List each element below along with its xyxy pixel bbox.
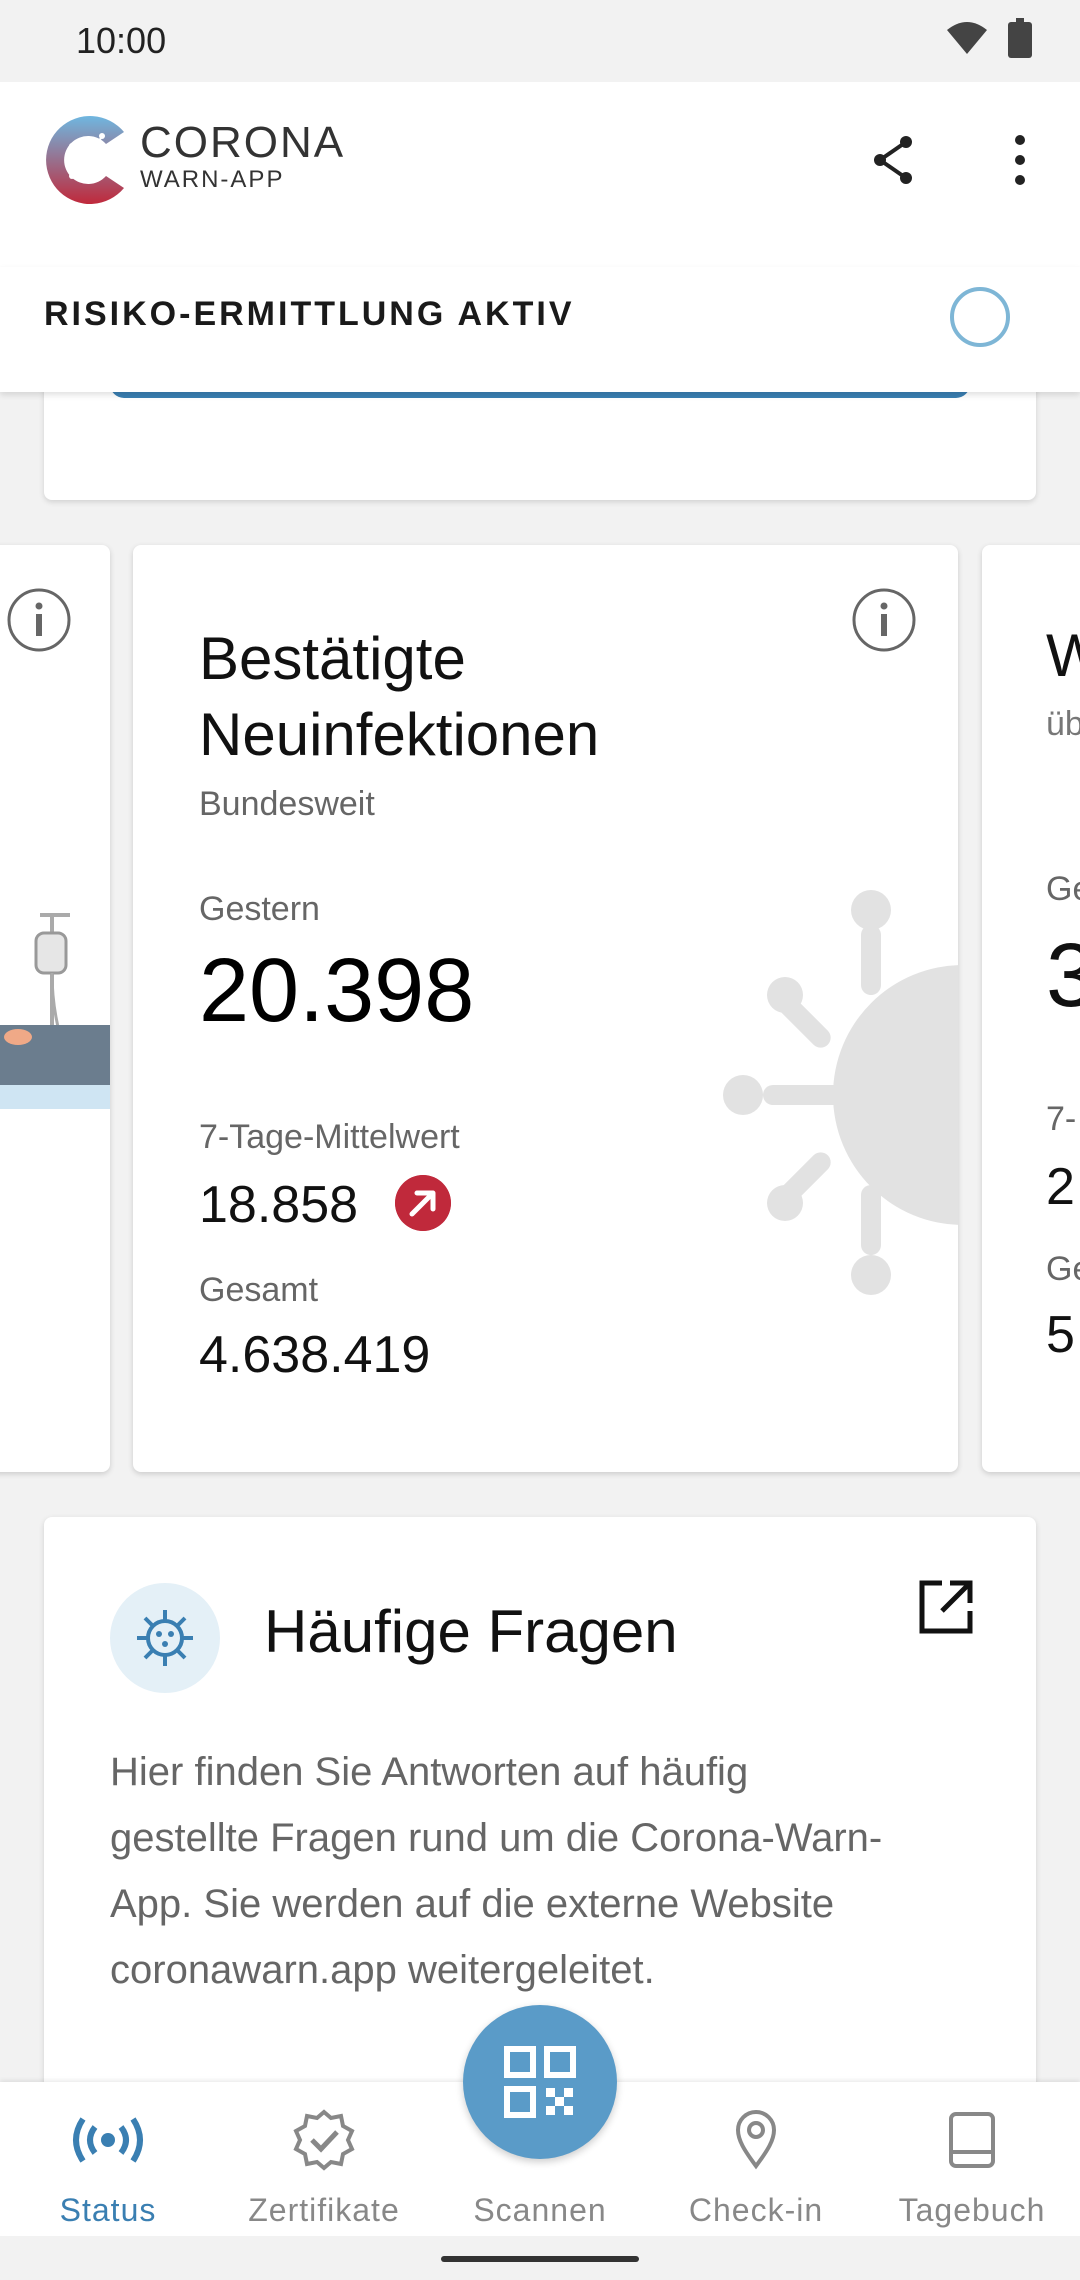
next-card-value-3: 5 — [1046, 1306, 1075, 1364]
nav-label-scan: Scannen — [473, 2192, 607, 2228]
nav-item-checkin[interactable]: Check-in — [648, 2108, 864, 2229]
faq-description: Hier finden Sie Antworten auf häufig ges… — [110, 1750, 883, 1992]
logo-line-1: CORONA — [140, 118, 346, 167]
next-card-subtitle: üb — [1046, 705, 1080, 743]
info-icon[interactable] — [851, 587, 917, 653]
virus-illustration — [723, 890, 958, 1295]
battery-icon — [1008, 18, 1032, 58]
card-title-line-2: Neuinfektionen — [199, 701, 600, 768]
nav-label-diary: Tagebuch — [898, 2192, 1046, 2228]
next-card-value-2: 2 — [1046, 1158, 1075, 1216]
certificate-icon — [293, 2109, 355, 2171]
card-title: Bestätigte Neuinfektionen — [199, 621, 799, 773]
more-options-icon[interactable] — [1000, 132, 1040, 188]
progress-spinner-icon — [950, 287, 1010, 347]
next-card-label-2: 7- — [1046, 1100, 1077, 1138]
external-link-icon[interactable] — [916, 1577, 976, 1637]
stat-card-previous[interactable] — [0, 545, 110, 1472]
nav-label-status: Status — [59, 2192, 157, 2228]
nav-label-certificates: Zertifikate — [248, 2192, 400, 2228]
status-icons — [946, 18, 1032, 58]
seven-day-average-label: 7-Tage-Mittelwert — [199, 1118, 460, 1156]
nav-label-checkin: Check-in — [688, 2192, 824, 2228]
broadcast-icon — [73, 2117, 143, 2163]
risk-status-bar[interactable]: RISIKO-ERMITTLUNG AKTIV — [0, 267, 1080, 392]
nav-item-status[interactable]: Status — [0, 2108, 216, 2229]
faq-icon-wrapper — [110, 1583, 220, 1693]
corona-warn-app-logo — [46, 116, 124, 204]
status-time: 10:00 — [76, 20, 167, 61]
info-icon[interactable] — [6, 587, 72, 653]
stat-card-new-infections[interactable]: Bestätigte Neuinfektionen Bundesweit Ges… — [133, 545, 958, 1472]
status-bar: 10:00 — [0, 0, 1080, 82]
yesterday-label: Gestern — [199, 890, 320, 928]
home-gesture-bar[interactable] — [441, 2256, 639, 2262]
yesterday-value: 20.398 — [199, 941, 475, 1041]
scan-fab-button[interactable] — [463, 2005, 617, 2159]
share-icon[interactable] — [866, 132, 922, 188]
total-label: Gesamt — [199, 1271, 319, 1309]
app-logo-text: CORONA WARN-APP — [140, 120, 345, 194]
gesture-area — [0, 2236, 1080, 2280]
logo-line-2: WARN-APP — [140, 166, 285, 193]
virus-icon — [137, 1610, 193, 1666]
next-card-label-1: Ge — [1046, 870, 1080, 908]
trend-up-icon — [395, 1175, 451, 1231]
faq-title: Häufige Fragen — [264, 1598, 678, 1665]
stat-card-next[interactable]: W üb Ge 3 7- 2 Ge 5 — [982, 545, 1080, 1472]
app-bar: CORONA WARN-APP — [0, 82, 1080, 267]
card-subtitle: Bundesweit — [199, 785, 375, 823]
book-icon — [949, 2112, 995, 2168]
hospital-bed-illustration — [0, 913, 110, 1109]
next-card-big-value: 3 — [1046, 926, 1080, 1026]
location-pin-icon — [735, 2110, 777, 2170]
risk-status-label: RISIKO-ERMITTLUNG AKTIV — [44, 295, 575, 333]
nav-item-diary[interactable]: Tagebuch — [864, 2108, 1080, 2229]
wifi-icon — [947, 22, 987, 54]
qr-code-icon — [504, 2046, 576, 2118]
next-card-title: W — [1046, 622, 1080, 689]
card-title-line-1: Bestätigte — [199, 625, 466, 692]
seven-day-average-value: 18.858 — [199, 1176, 359, 1234]
next-card-label-3: Ge — [1046, 1250, 1080, 1288]
nav-item-certificates[interactable]: Zertifikate — [216, 2108, 432, 2229]
total-value: 4.638.419 — [199, 1326, 431, 1384]
